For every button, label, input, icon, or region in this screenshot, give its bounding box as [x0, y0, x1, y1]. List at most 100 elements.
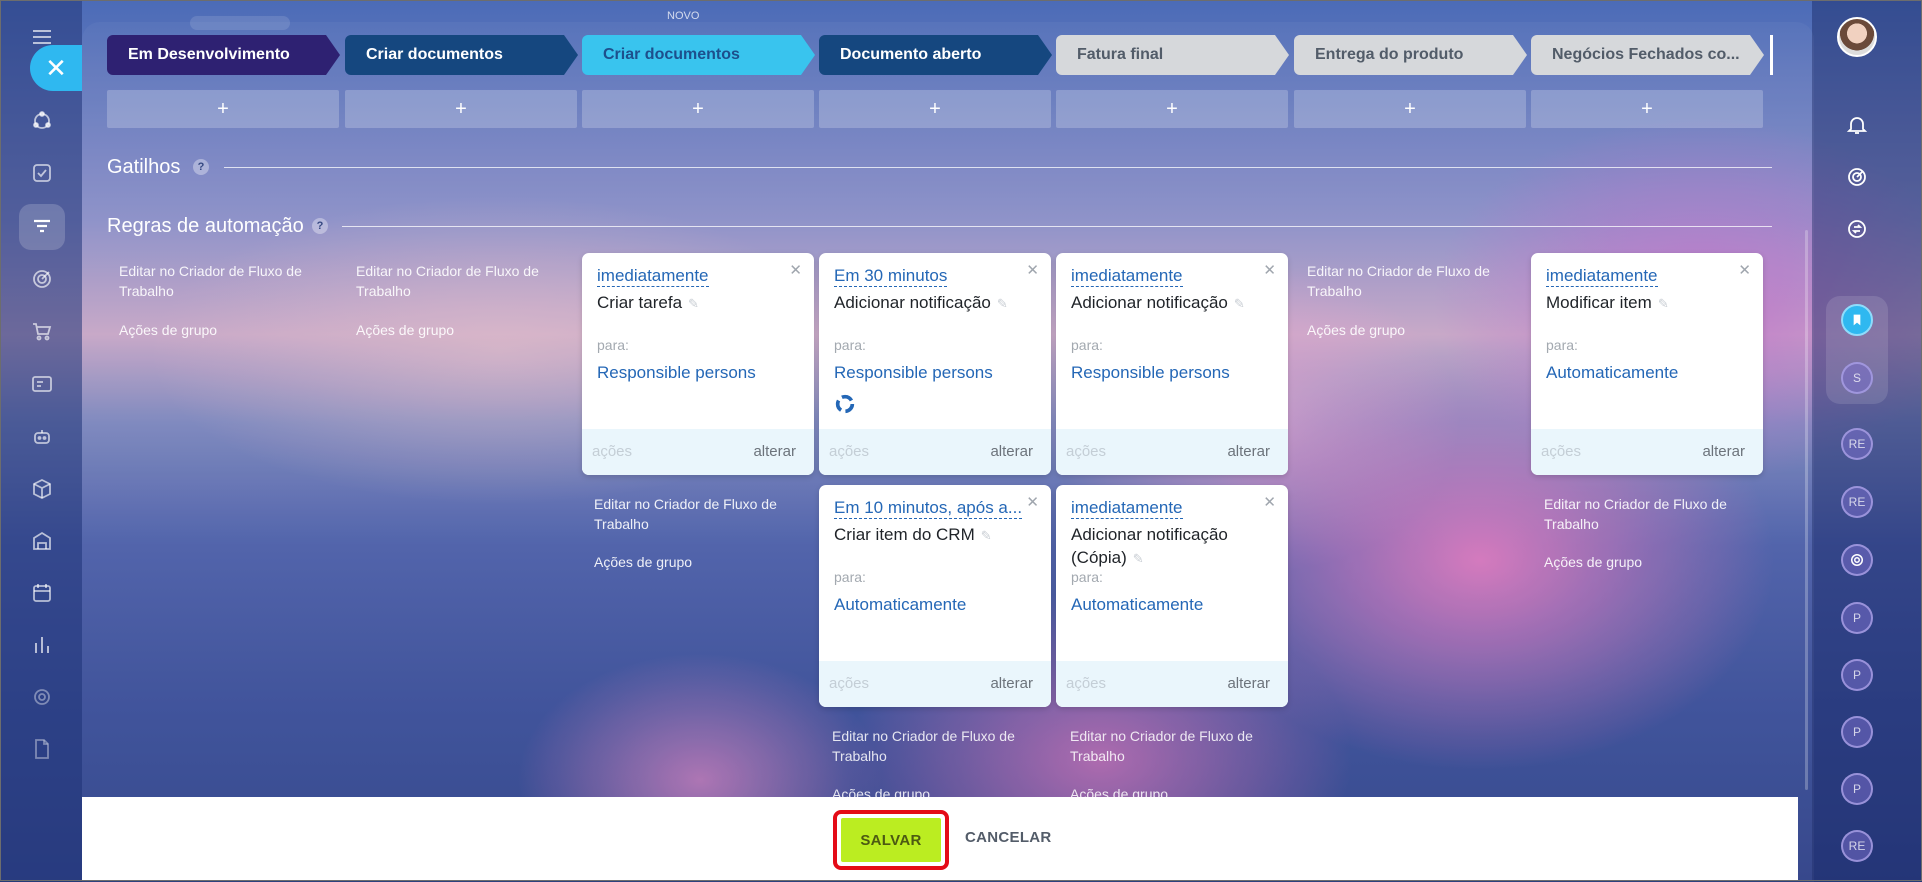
rule-actions-link[interactable]: ações	[1541, 443, 1581, 460]
tasks-icon[interactable]	[27, 158, 57, 188]
chat-avatar[interactable]: RE	[1841, 830, 1873, 862]
group-actions-link[interactable]: Ações de grupo	[1307, 320, 1507, 340]
save-button[interactable]: SALVAR	[841, 818, 941, 862]
group-actions-link[interactable]: Ações de grupo	[1544, 552, 1744, 572]
delete-rule-icon[interactable]: ✕	[1738, 261, 1751, 279]
automation-rule-card[interactable]: imediatamente ✕ Criar tarefa ✎ para: Resp…	[582, 253, 814, 475]
stage-entrega-do-produto[interactable]: Entrega do produto	[1294, 35, 1527, 75]
stage-criar-documentos-2[interactable]: Criar documentos	[582, 35, 815, 75]
add-trigger-button[interactable]: +	[1056, 90, 1288, 128]
rule-edit-link[interactable]: alterar	[990, 443, 1033, 460]
chat-avatar[interactable]: S	[1841, 362, 1873, 394]
cart-icon[interactable]	[27, 316, 57, 346]
rule-timing-link[interactable]: imediatamente	[1071, 498, 1183, 519]
delete-rule-icon[interactable]: ✕	[1026, 493, 1039, 511]
automation-rule-card[interactable]: imediatamente ✕ Modificar item ✎ para: Au…	[1531, 253, 1763, 475]
sync-chat-icon[interactable]	[1839, 211, 1875, 247]
target-icon[interactable]	[1839, 159, 1875, 195]
add-trigger-button[interactable]: +	[107, 90, 339, 128]
delete-rule-icon[interactable]: ✕	[789, 261, 802, 279]
edit-workflow-link[interactable]: Editar no Criador de Fluxo de Trabalho	[594, 494, 794, 534]
automation-rule-card[interactable]: Em 30 minutos ✕ Adicionar notificação ✎ p…	[819, 253, 1051, 475]
chat-avatar[interactable]: RE	[1841, 428, 1873, 460]
rule-edit-link[interactable]: alterar	[753, 443, 796, 460]
edit-title-pencil-icon[interactable]: ✎	[688, 292, 699, 315]
chat-avatar[interactable]: P	[1841, 716, 1873, 748]
stage-fatura-final[interactable]: Fatura final	[1056, 35, 1289, 75]
rule-timing-link[interactable]: imediatamente	[1546, 266, 1658, 287]
rules-help-icon[interactable]: ?	[312, 218, 328, 234]
user-avatar[interactable]	[1837, 17, 1877, 57]
box-icon[interactable]	[27, 474, 57, 504]
chat-avatar[interactable]: P	[1841, 602, 1873, 634]
edit-title-pencil-icon[interactable]: ✎	[1658, 292, 1669, 315]
edit-title-pencil-icon[interactable]: ✎	[1234, 292, 1245, 315]
rule-edit-link[interactable]: alterar	[990, 675, 1033, 692]
edit-title-pencil-icon[interactable]: ✎	[1133, 547, 1144, 570]
network-icon[interactable]	[27, 106, 57, 136]
edit-workflow-link[interactable]: Editar no Criador de Fluxo de Trabalho	[1544, 494, 1744, 534]
document-icon[interactable]	[27, 734, 57, 764]
chat-avatar[interactable]: P	[1841, 773, 1873, 805]
add-trigger-button[interactable]: +	[345, 90, 577, 128]
group-actions-link[interactable]: Ações de grupo	[594, 552, 794, 572]
chat-avatar-icon[interactable]	[1841, 544, 1873, 576]
automation-rule-card[interactable]: imediatamente ✕ Adicionar notificação (C…	[1056, 485, 1288, 707]
rule-target-link[interactable]: Responsible persons	[1071, 363, 1230, 383]
rule-actions-link[interactable]: ações	[592, 443, 632, 460]
building-icon[interactable]	[27, 526, 57, 556]
rule-target-link[interactable]: Automaticamente	[834, 595, 966, 615]
rule-actions-link[interactable]: ações	[829, 443, 869, 460]
delete-rule-icon[interactable]: ✕	[1263, 261, 1276, 279]
edit-title-pencil-icon[interactable]: ✎	[997, 292, 1008, 315]
edit-workflow-link[interactable]: Editar no Criador de Fluxo de Trabalho	[832, 726, 1032, 766]
robot-icon[interactable]	[27, 422, 57, 452]
contact-card-icon[interactable]	[27, 369, 57, 399]
stage-documento-aberto[interactable]: Documento aberto	[819, 35, 1052, 75]
crm-funnel-icon[interactable]	[27, 212, 57, 242]
group-actions-link[interactable]: Ações de grupo	[119, 320, 319, 340]
rule-timing-link[interactable]: imediatamente	[597, 266, 709, 287]
add-trigger-button[interactable]: +	[1531, 90, 1763, 128]
add-trigger-button[interactable]: +	[819, 90, 1051, 128]
edit-workflow-link[interactable]: Editar no Criador de Fluxo de Trabalho	[356, 261, 556, 301]
bookmark-icon[interactable]	[1841, 304, 1873, 336]
edit-title-pencil-icon[interactable]: ✎	[981, 524, 992, 547]
edit-workflow-link[interactable]: Editar no Criador de Fluxo de Trabalho	[119, 261, 319, 301]
target-icon[interactable]	[27, 264, 57, 294]
rule-actions-link[interactable]: ações	[1066, 443, 1106, 460]
add-trigger-button[interactable]: +	[1294, 90, 1526, 128]
stage-em-desenvolvimento[interactable]: Em Desenvolvimento	[107, 35, 340, 75]
rule-timing-link[interactable]: imediatamente	[1071, 266, 1183, 287]
rule-target-link[interactable]: Automaticamente	[1546, 363, 1678, 383]
triggers-help-icon[interactable]: ?	[193, 159, 209, 175]
rule-edit-link[interactable]: alterar	[1227, 443, 1270, 460]
scrollbar[interactable]	[1805, 230, 1808, 790]
edit-workflow-link[interactable]: Editar no Criador de Fluxo de Trabalho	[1070, 726, 1270, 766]
chart-icon[interactable]	[27, 630, 57, 660]
add-trigger-button[interactable]: +	[582, 90, 814, 128]
delete-rule-icon[interactable]: ✕	[1263, 493, 1276, 511]
chat-avatar[interactable]: RE	[1841, 486, 1873, 518]
edit-workflow-link[interactable]: Editar no Criador de Fluxo de Trabalho	[1307, 261, 1507, 301]
settings-icon[interactable]	[27, 682, 57, 712]
stage-negocios-fechados[interactable]: Negócios Fechados co...	[1531, 35, 1764, 75]
chat-avatar[interactable]: P	[1841, 659, 1873, 691]
delete-rule-icon[interactable]: ✕	[1026, 261, 1039, 279]
rule-target-link[interactable]: Responsible persons	[834, 363, 993, 383]
rule-actions-link[interactable]: ações	[1066, 675, 1106, 692]
rule-edit-link[interactable]: alterar	[1702, 443, 1745, 460]
cancel-button[interactable]: CANCELAR	[965, 829, 1052, 846]
rule-edit-link[interactable]: alterar	[1227, 675, 1270, 692]
rule-target-link[interactable]: Automaticamente	[1071, 595, 1203, 615]
stage-criar-documentos[interactable]: Criar documentos	[345, 35, 578, 75]
rule-target-link[interactable]: Responsible persons	[597, 363, 756, 383]
group-actions-link[interactable]: Ações de grupo	[356, 320, 556, 340]
automation-rule-card[interactable]: Em 10 minutos, após a... ✕ Criar item do…	[819, 485, 1051, 707]
rule-actions-link[interactable]: ações	[829, 675, 869, 692]
bell-icon[interactable]	[1839, 107, 1875, 143]
calendar-icon[interactable]	[27, 578, 57, 608]
automation-rule-card[interactable]: imediatamente ✕ Adicionar notificação ✎ p…	[1056, 253, 1288, 475]
rule-timing-link[interactable]: Em 30 minutos	[834, 266, 948, 287]
rule-timing-link[interactable]: Em 10 minutos, após a...	[834, 498, 1023, 519]
